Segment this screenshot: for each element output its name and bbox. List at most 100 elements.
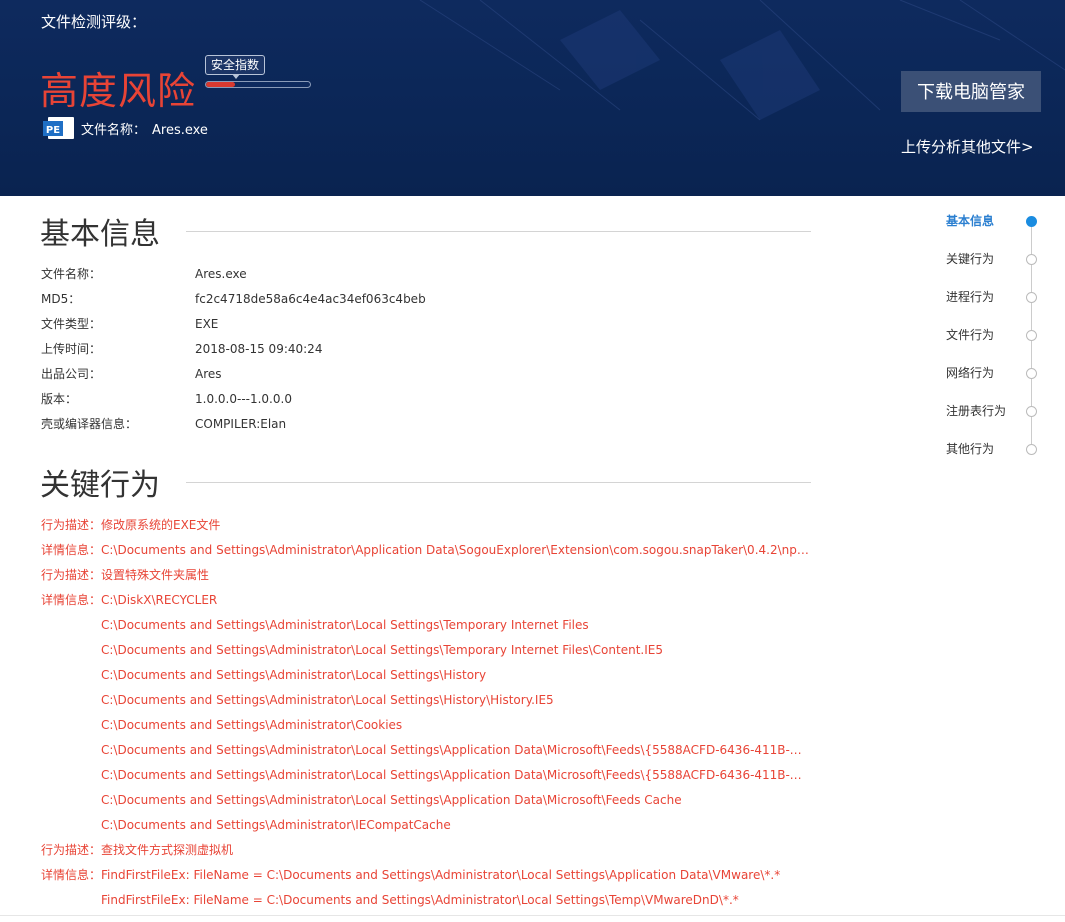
behavior-key: 详情信息： bbox=[41, 593, 102, 607]
behavior-value: C:\Documents and Settings\Administrator\… bbox=[101, 718, 403, 732]
side-nav-label: 关键行为 bbox=[946, 252, 995, 266]
side-nav-label: 网络行为 bbox=[946, 366, 995, 380]
side-nav-item[interactable]: 网络行为 bbox=[946, 362, 1046, 386]
behavior-value: C:\Documents and Settings\Administrator\… bbox=[101, 543, 809, 557]
behavior-value: C:\DiskX\RECYCLER bbox=[101, 593, 218, 607]
safety-index-fill bbox=[206, 82, 236, 87]
behavior-row: C:\Documents and Settings\Administrator\… bbox=[41, 740, 811, 765]
side-nav-dot-icon bbox=[1026, 216, 1037, 227]
side-nav-dot-icon bbox=[1026, 292, 1037, 303]
info-value: COMPILER:Elan bbox=[195, 417, 287, 431]
side-nav-item[interactable]: 文件行为 bbox=[946, 324, 1046, 348]
side-nav-label: 基本信息 bbox=[946, 214, 995, 228]
info-value: fc2c4718de58a6c4e4ac34ef063c4beb bbox=[195, 292, 426, 306]
side-nav-label: 进程行为 bbox=[946, 290, 995, 304]
report-header-banner: 文件检测评级： 高度风险 安全指数 PE 文件名称： Ares.exe 下载电脑管… bbox=[0, 0, 1065, 196]
info-row: 文件名称： Ares.exe bbox=[41, 264, 426, 289]
info-key: 出品公司： bbox=[41, 367, 102, 381]
info-value: Ares bbox=[195, 367, 222, 381]
side-nav-item[interactable]: 注册表行为 bbox=[946, 400, 1046, 424]
safety-index-bar bbox=[205, 81, 311, 88]
side-nav-dot-icon bbox=[1026, 330, 1037, 341]
safety-index-tag: 安全指数 bbox=[205, 55, 266, 79]
behavior-key: 行为描述： bbox=[41, 518, 102, 532]
behavior-row: FindFirstFileEx: FileName = C:\Documents… bbox=[41, 890, 811, 915]
pe-icon-text: PE bbox=[46, 125, 60, 136]
behavior-key bbox=[41, 890, 101, 915]
behavior-row: 详情信息： C:\Documents and Settings\Administr… bbox=[41, 540, 811, 565]
section-divider bbox=[186, 481, 811, 483]
behavior-value: C:\Documents and Settings\Administrator\… bbox=[101, 768, 809, 782]
info-value: 2018-08-15 09:40:24 bbox=[195, 342, 323, 356]
info-key: MD5： bbox=[41, 292, 81, 306]
behavior-key bbox=[41, 765, 101, 790]
info-value: Ares.exe bbox=[195, 267, 247, 281]
file-name-value: Ares.exe bbox=[152, 123, 208, 138]
side-nav-item[interactable]: 进程行为 bbox=[946, 286, 1046, 310]
behavior-key bbox=[41, 790, 101, 815]
side-nav-label: 文件行为 bbox=[946, 328, 995, 342]
behavior-row: C:\Documents and Settings\Administrator\… bbox=[41, 765, 811, 790]
risk-level-text: 高度风险 bbox=[40, 69, 197, 113]
behavior-row: C:\Documents and Settings\Administrator\… bbox=[41, 815, 811, 840]
side-nav-dot-icon bbox=[1026, 444, 1037, 455]
behavior-value: C:\Documents and Settings\Administrator\… bbox=[101, 743, 809, 757]
section-divider bbox=[186, 230, 811, 232]
basic-info-title: 基本信息 bbox=[40, 217, 160, 252]
behavior-key: 详情信息： bbox=[41, 543, 102, 557]
behavior-row: C:\Documents and Settings\Administrator\… bbox=[41, 715, 811, 740]
behavior-key bbox=[41, 690, 101, 715]
behavior-value: 修改原系统的EXE文件 bbox=[101, 518, 221, 532]
behavior-row: 详情信息： C:\DiskX\RECYCLER bbox=[41, 590, 811, 615]
behavior-value: FindFirstFileEx: FileName = C:\Documents… bbox=[101, 893, 739, 907]
pe-file-icon: PE bbox=[43, 117, 74, 139]
behavior-value: 设置特殊文件夹属性 bbox=[101, 568, 210, 582]
behavior-value: C:\Documents and Settings\Administrator\… bbox=[101, 818, 451, 832]
behavior-key bbox=[41, 665, 101, 690]
info-row: 上传时间： 2018-08-15 09:40:24 bbox=[41, 339, 426, 364]
behavior-row: 行为描述： 修改原系统的EXE文件 bbox=[41, 515, 811, 540]
behavior-key: 行为描述： bbox=[41, 843, 102, 857]
section-side-nav: 基本信息关键行为进程行为文件行为网络行为注册表行为其他行为 bbox=[946, 210, 1046, 460]
behavior-value: FindFirstFileEx: FileName = C:\Documents… bbox=[101, 868, 781, 882]
key-behavior-list: 行为描述： 修改原系统的EXE文件 详情信息： C:\Documents and Se… bbox=[41, 515, 811, 915]
file-name-row: 文件名称： Ares.exe bbox=[81, 119, 208, 138]
side-nav-item[interactable]: 其他行为 bbox=[946, 438, 1046, 462]
basic-info-table: 文件名称： Ares.exe MD5： fc2c4718de58a6c4e4ac34e… bbox=[41, 264, 426, 439]
info-key: 版本： bbox=[41, 392, 78, 406]
upload-other-file-link[interactable]: 上传分析其他文件> bbox=[901, 136, 1034, 157]
rating-label: 文件检测评级： bbox=[41, 13, 147, 31]
behavior-key: 详情信息： bbox=[41, 868, 102, 882]
behavior-value: C:\Documents and Settings\Administrator\… bbox=[101, 668, 487, 682]
behavior-value: C:\Documents and Settings\Administrator\… bbox=[101, 693, 554, 707]
behavior-row: C:\Documents and Settings\Administrator\… bbox=[41, 640, 811, 665]
info-value: EXE bbox=[195, 317, 219, 331]
behavior-row: 行为描述： 设置特殊文件夹属性 bbox=[41, 565, 811, 590]
behavior-key bbox=[41, 615, 101, 640]
info-key: 文件类型： bbox=[41, 317, 102, 331]
behavior-key bbox=[41, 815, 101, 840]
behavior-value: 查找文件方式探测虚拟机 bbox=[101, 843, 234, 857]
behavior-value: C:\Documents and Settings\Administrator\… bbox=[101, 643, 663, 657]
side-nav-dot-icon bbox=[1026, 368, 1037, 379]
behavior-value: C:\Documents and Settings\Administrator\… bbox=[101, 618, 589, 632]
info-value: 1.0.0.0---1.0.0.0 bbox=[195, 392, 292, 406]
info-key: 壳或编译器信息： bbox=[41, 417, 138, 431]
side-nav-dot-icon bbox=[1026, 406, 1037, 417]
behavior-row: 详情信息： FindFirstFileEx: FileName = C:\Docu… bbox=[41, 865, 811, 890]
behavior-row: 行为描述： 查找文件方式探测虚拟机 bbox=[41, 840, 811, 865]
side-nav-dot-icon bbox=[1026, 254, 1037, 265]
behavior-row: C:\Documents and Settings\Administrator\… bbox=[41, 615, 811, 640]
side-nav-item[interactable]: 关键行为 bbox=[946, 248, 1046, 272]
side-nav-label: 注册表行为 bbox=[946, 404, 1007, 418]
behavior-key bbox=[41, 640, 101, 665]
behavior-key: 行为描述： bbox=[41, 568, 102, 582]
side-nav-item[interactable]: 基本信息 bbox=[946, 210, 1046, 234]
info-row: 文件类型： EXE bbox=[41, 314, 426, 339]
behavior-value: C:\Documents and Settings\Administrator\… bbox=[101, 793, 682, 807]
key-behavior-heading-row: 关键行为 bbox=[40, 462, 811, 503]
behavior-key bbox=[41, 740, 101, 765]
behavior-row: C:\Documents and Settings\Administrator\… bbox=[41, 665, 811, 690]
behavior-row: C:\Documents and Settings\Administrator\… bbox=[41, 690, 811, 715]
download-pc-manager-button[interactable]: 下载电脑管家 bbox=[901, 71, 1041, 112]
